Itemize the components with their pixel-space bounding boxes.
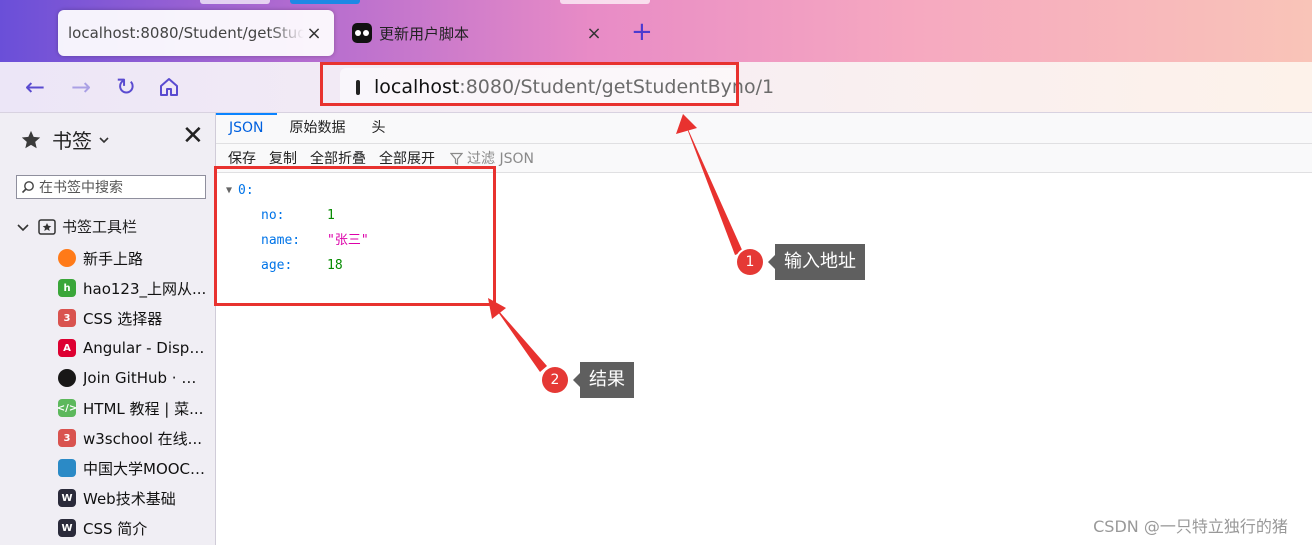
annotation-arrows	[488, 114, 743, 372]
annotation-label: 输入地址	[768, 244, 865, 280]
annotation-label: 结果	[573, 362, 634, 398]
annotation-arrow-1-head	[676, 114, 697, 134]
watermark: CSDN @一只特立独行的猪 ￼ ￼	[1093, 517, 1298, 536]
annotation-number: 2	[542, 367, 568, 393]
annotation-2: 2 结果	[542, 362, 634, 398]
annotation-1: 1 输入地址	[737, 244, 865, 280]
annotation-arrow-1	[683, 118, 743, 255]
annotation-arrow-2-head	[488, 298, 506, 319]
annotation-number: 1	[737, 249, 763, 275]
